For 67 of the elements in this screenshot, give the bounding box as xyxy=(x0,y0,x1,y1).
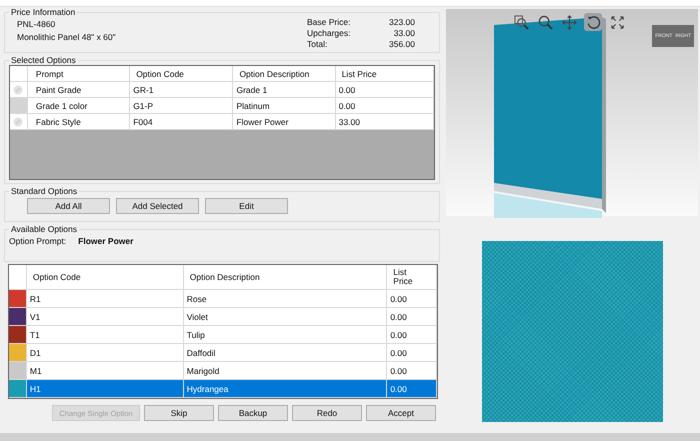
table-cell: Marigold xyxy=(184,362,388,379)
table-cell: D1 xyxy=(26,344,184,361)
table-cell: F004 xyxy=(130,114,234,129)
zoom-icon[interactable] xyxy=(536,13,554,31)
table-cell: 0.00 xyxy=(387,290,437,307)
table-cell: 0.00 xyxy=(387,326,437,343)
part-description: Monolithic Panel 48" x 60" xyxy=(17,32,116,42)
table-cell: Hydrangea xyxy=(184,380,388,397)
zoom-window-icon[interactable] xyxy=(512,13,530,31)
option-row[interactable]: V1 Violet 0.00 xyxy=(9,308,437,326)
column-header[interactable]: Option Code xyxy=(26,265,184,289)
table-cell: 0.00 xyxy=(387,344,437,361)
table-cell: 33.00 xyxy=(336,114,434,129)
price-label: Base Price: xyxy=(307,17,350,27)
prompt-value: Flower Power xyxy=(78,236,134,246)
table-cell: G1-P xyxy=(130,98,234,113)
move-arrows-icon[interactable] xyxy=(560,13,578,31)
group-title: Standard Options xyxy=(10,186,78,196)
column-header[interactable]: Option Description xyxy=(233,66,336,81)
table-cell: T1 xyxy=(26,326,184,343)
table-cell: M1 xyxy=(26,362,184,379)
group-title: Available Options xyxy=(10,224,78,234)
table-cell: Daffodil xyxy=(184,344,388,361)
price-label: Total: xyxy=(307,39,328,49)
option-row[interactable]: H1 Hydrangea 0.00 xyxy=(9,380,437,398)
option-button[interactable]: Add Selected xyxy=(116,198,199,214)
table-cell: Violet xyxy=(184,308,388,325)
column-header[interactable]: Option Description xyxy=(184,265,388,289)
option-row[interactable]: R1 Rose 0.00 xyxy=(9,290,437,308)
table-cell: Fabric Style xyxy=(28,114,130,129)
table-cell: Grade 1 xyxy=(233,82,336,97)
group-title: Price Information xyxy=(10,7,76,17)
action-button[interactable]: Skip xyxy=(144,405,214,421)
table-cell: Grade 1 color xyxy=(28,98,130,113)
table-cell: 0.00 xyxy=(336,98,434,113)
table-cell: R1 xyxy=(26,290,184,307)
table-cell: Rose xyxy=(184,290,388,307)
table-cell: GR-1 xyxy=(130,82,234,97)
price-label: Upcharges: xyxy=(307,28,350,38)
table-cell: V1 xyxy=(26,308,184,325)
table-cell: H1 xyxy=(26,380,184,397)
option-row[interactable]: T1 Tulip 0.00 xyxy=(9,326,437,344)
table-cell: 0.00 xyxy=(387,308,437,325)
part-number: PNL-4860 xyxy=(17,19,56,29)
option-button[interactable]: Edit xyxy=(205,198,288,214)
table-cell: Flower Power xyxy=(233,114,336,129)
column-header[interactable]: Option Code xyxy=(130,66,234,81)
column-header[interactable]: Prompt xyxy=(28,66,130,81)
action-button[interactable]: Accept xyxy=(366,405,436,421)
column-header[interactable]: List Price xyxy=(387,265,437,289)
price-value: 356.00 xyxy=(389,39,415,49)
table-cell: 0.00 xyxy=(387,380,437,397)
price-value: 33.00 xyxy=(394,28,415,38)
action-button[interactable]: Backup xyxy=(218,405,288,421)
table-cell: Platinum xyxy=(233,98,336,113)
table-cell: Paint Grade xyxy=(28,82,130,97)
option-button[interactable]: Add All xyxy=(27,198,110,214)
rotate-icon[interactable] xyxy=(584,13,602,31)
prompt-label: Option Prompt: xyxy=(9,236,66,246)
price-value: 323.00 xyxy=(389,17,415,27)
table-cell: 0.00 xyxy=(387,362,437,379)
column-header[interactable]: List Price xyxy=(336,66,434,81)
option-row[interactable]: D1 Daffodil 0.00 xyxy=(9,344,437,362)
table-cell: Tulip xyxy=(184,326,388,343)
group-title: Selected Options xyxy=(10,55,77,65)
action-button[interactable]: Redo xyxy=(292,405,362,421)
table-cell: 0.00 xyxy=(336,82,434,97)
